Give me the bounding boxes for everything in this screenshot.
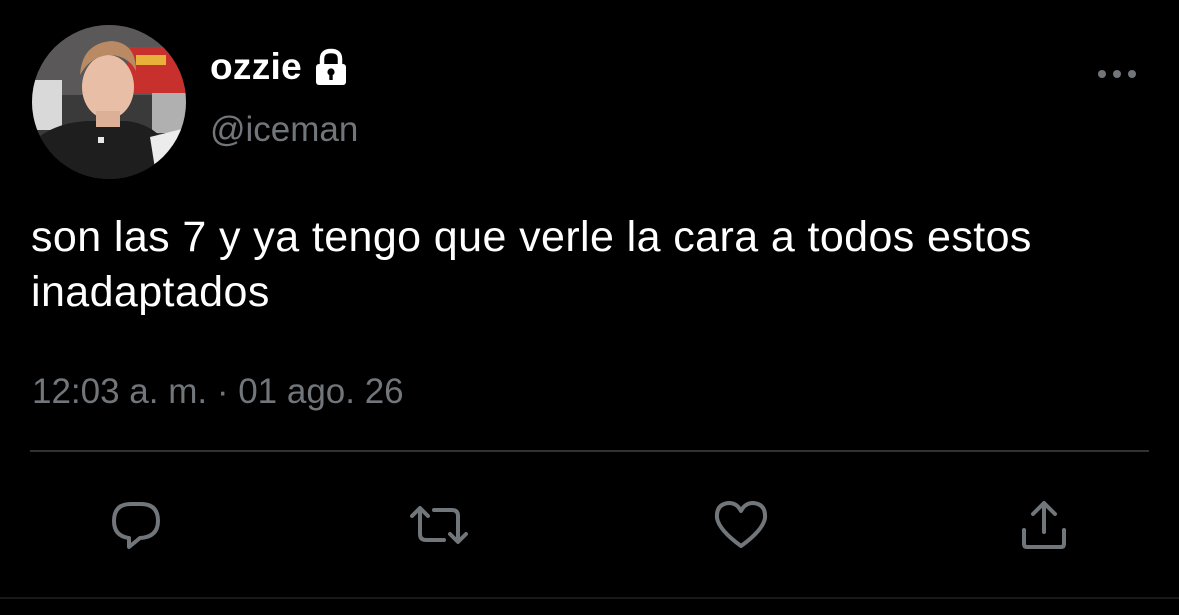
share-button[interactable] — [1009, 490, 1079, 560]
like-button[interactable] — [706, 490, 776, 560]
author-name-row: ozzie — [210, 44, 351, 90]
share-icon — [1022, 501, 1066, 549]
author-handle[interactable]: @iceman — [210, 110, 358, 150]
tweet-detail: ozzie @iceman son las 7 y ya tengo que v… — [0, 0, 1179, 615]
retweet-button[interactable] — [404, 490, 474, 560]
reply-button[interactable] — [101, 490, 171, 560]
bottom-divider — [0, 597, 1179, 599]
display-name[interactable]: ozzie — [210, 46, 302, 88]
heart-icon — [714, 501, 768, 548]
tweet-text: son las 7 y ya tengo que verle la cara a… — [31, 213, 1032, 316]
more-horizontal-icon — [1098, 70, 1136, 78]
tweet-actions-bar — [0, 490, 1179, 560]
avatar[interactable] — [32, 25, 186, 179]
lock-icon — [311, 47, 351, 87]
comment-icon — [112, 502, 160, 549]
avatar-photo — [32, 25, 186, 179]
divider — [30, 450, 1149, 452]
retweet-icon — [410, 506, 468, 544]
tweet-timestamp[interactable]: 12:03 a. m. · 01 ago. 26 — [32, 372, 404, 412]
more-options-button[interactable] — [1094, 58, 1140, 90]
